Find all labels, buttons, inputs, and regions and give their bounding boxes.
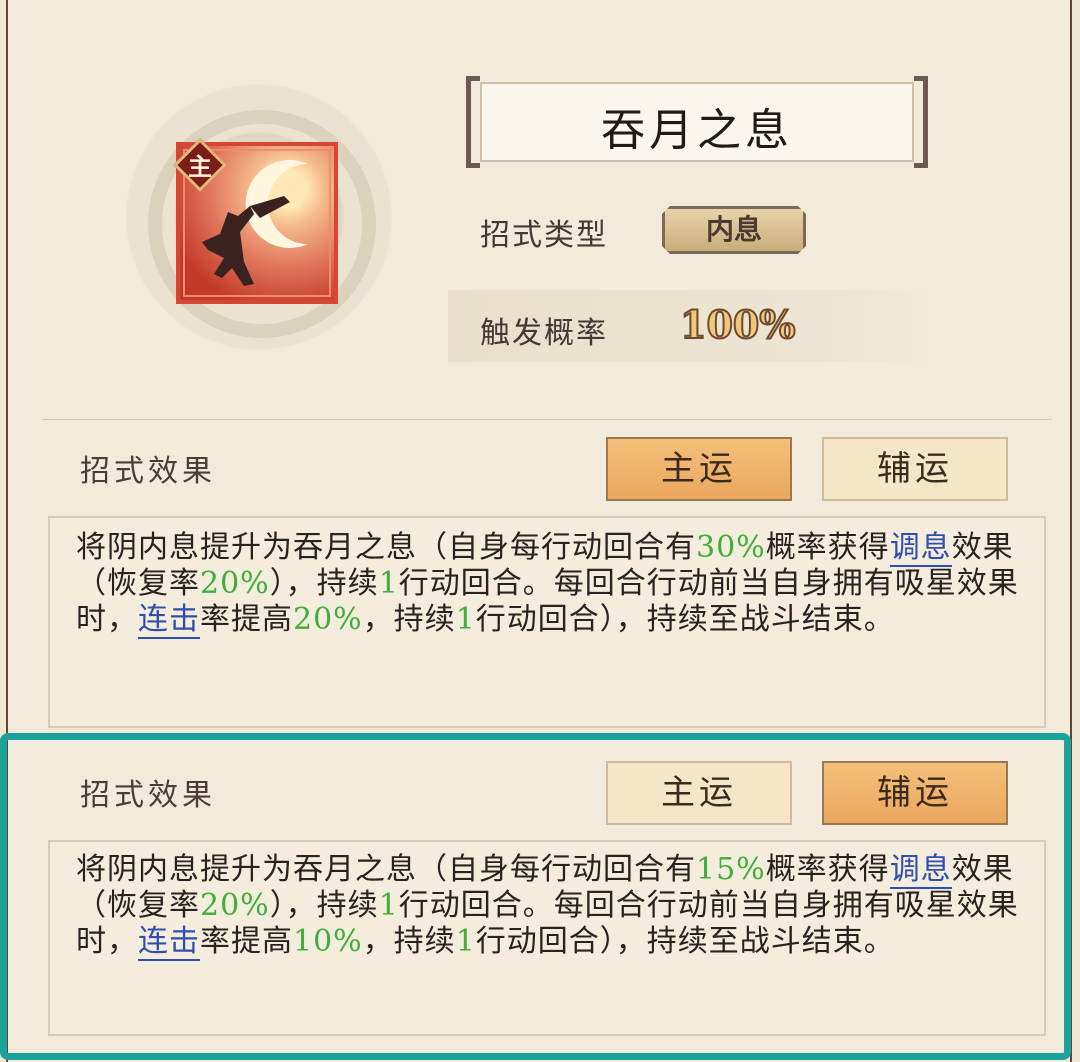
effect-section-label: 招式效果	[80, 778, 216, 813]
trigger-rate-value: 100%	[679, 301, 796, 348]
effect-section-label: 招式效果	[80, 454, 216, 489]
keyword-link-tiaoxi[interactable]: 调息	[889, 852, 952, 889]
main-skill-badge-label: 主	[188, 152, 212, 181]
keyword-link-tiaoxi[interactable]: 调息	[889, 530, 952, 567]
keyword-link-lianji[interactable]: 连击	[138, 924, 200, 961]
tab-main-mode[interactable]: 主运	[606, 437, 792, 501]
effect-description: 将阴内息提升为吞月之息（自身每行动回合有30%概率获得调息效果（恢复率20%），…	[76, 530, 1019, 639]
skill-detail-panel: 主 吞月之息 招式类型 内息 触发概率 100% 招式效果 主运 辅运 将阴内息…	[6, 0, 1072, 1062]
skill-type-label: 招式类型	[480, 218, 608, 253]
skill-type-badge: 内息	[662, 206, 806, 254]
main-skill-badge: 主	[173, 138, 227, 192]
tab-aux-mode[interactable]: 辅运	[822, 761, 1008, 825]
keyword-link-lianji[interactable]: 连击	[138, 602, 200, 639]
section-divider	[42, 419, 1052, 420]
skill-title-plate: 吞月之息	[466, 76, 928, 168]
trigger-rate-label: 触发概率	[480, 316, 608, 351]
tab-main-mode[interactable]: 主运	[606, 761, 792, 825]
skill-name: 吞月之息	[601, 105, 793, 156]
effect-description: 将阴内息提升为吞月之息（自身每行动回合有15%概率获得调息效果（恢复率20%），…	[76, 852, 1019, 961]
tab-aux-mode[interactable]: 辅运	[822, 437, 1008, 501]
